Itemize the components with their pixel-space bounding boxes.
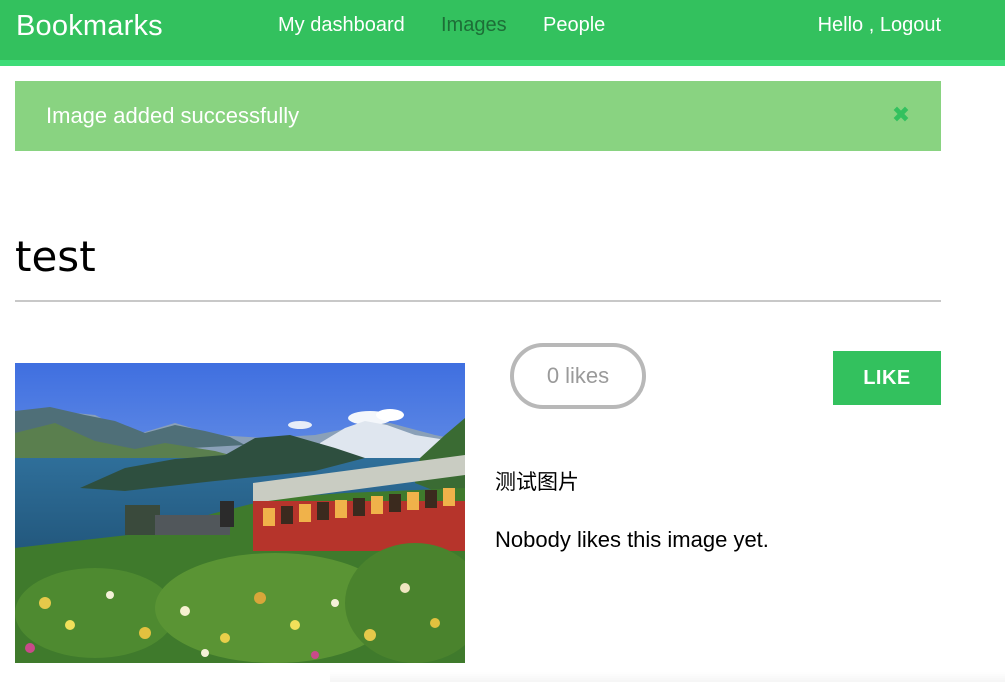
like-button[interactable]: LIKE	[833, 351, 941, 405]
bottom-shadow	[330, 672, 1005, 682]
likes-status-text: Nobody likes this image yet.	[495, 527, 769, 552]
close-icon[interactable]: ✖	[889, 101, 913, 129]
header-accent-strip	[0, 60, 1005, 66]
site-logo[interactable]: Bookmarks	[16, 10, 163, 43]
success-alert: Image added successfully ✖	[15, 81, 941, 151]
user-area: Hello , Logout	[818, 14, 941, 37]
bookmarked-image	[15, 363, 465, 663]
greeting-text: Hello ,	[817, 14, 880, 36]
image-description: 测试图片	[495, 470, 579, 494]
logout-link[interactable]: Logout	[880, 14, 941, 36]
image-title: test	[15, 232, 96, 281]
title-divider	[15, 300, 941, 302]
likes-counter: 0 likes	[510, 343, 646, 409]
nav-images[interactable]: Images	[441, 14, 507, 37]
nav-people[interactable]: People	[543, 14, 605, 37]
top-navbar: Bookmarks My dashboard Images People Hel…	[0, 0, 1005, 60]
alert-message: Image added successfully	[46, 103, 300, 128]
nav-my-dashboard[interactable]: My dashboard	[278, 14, 405, 37]
